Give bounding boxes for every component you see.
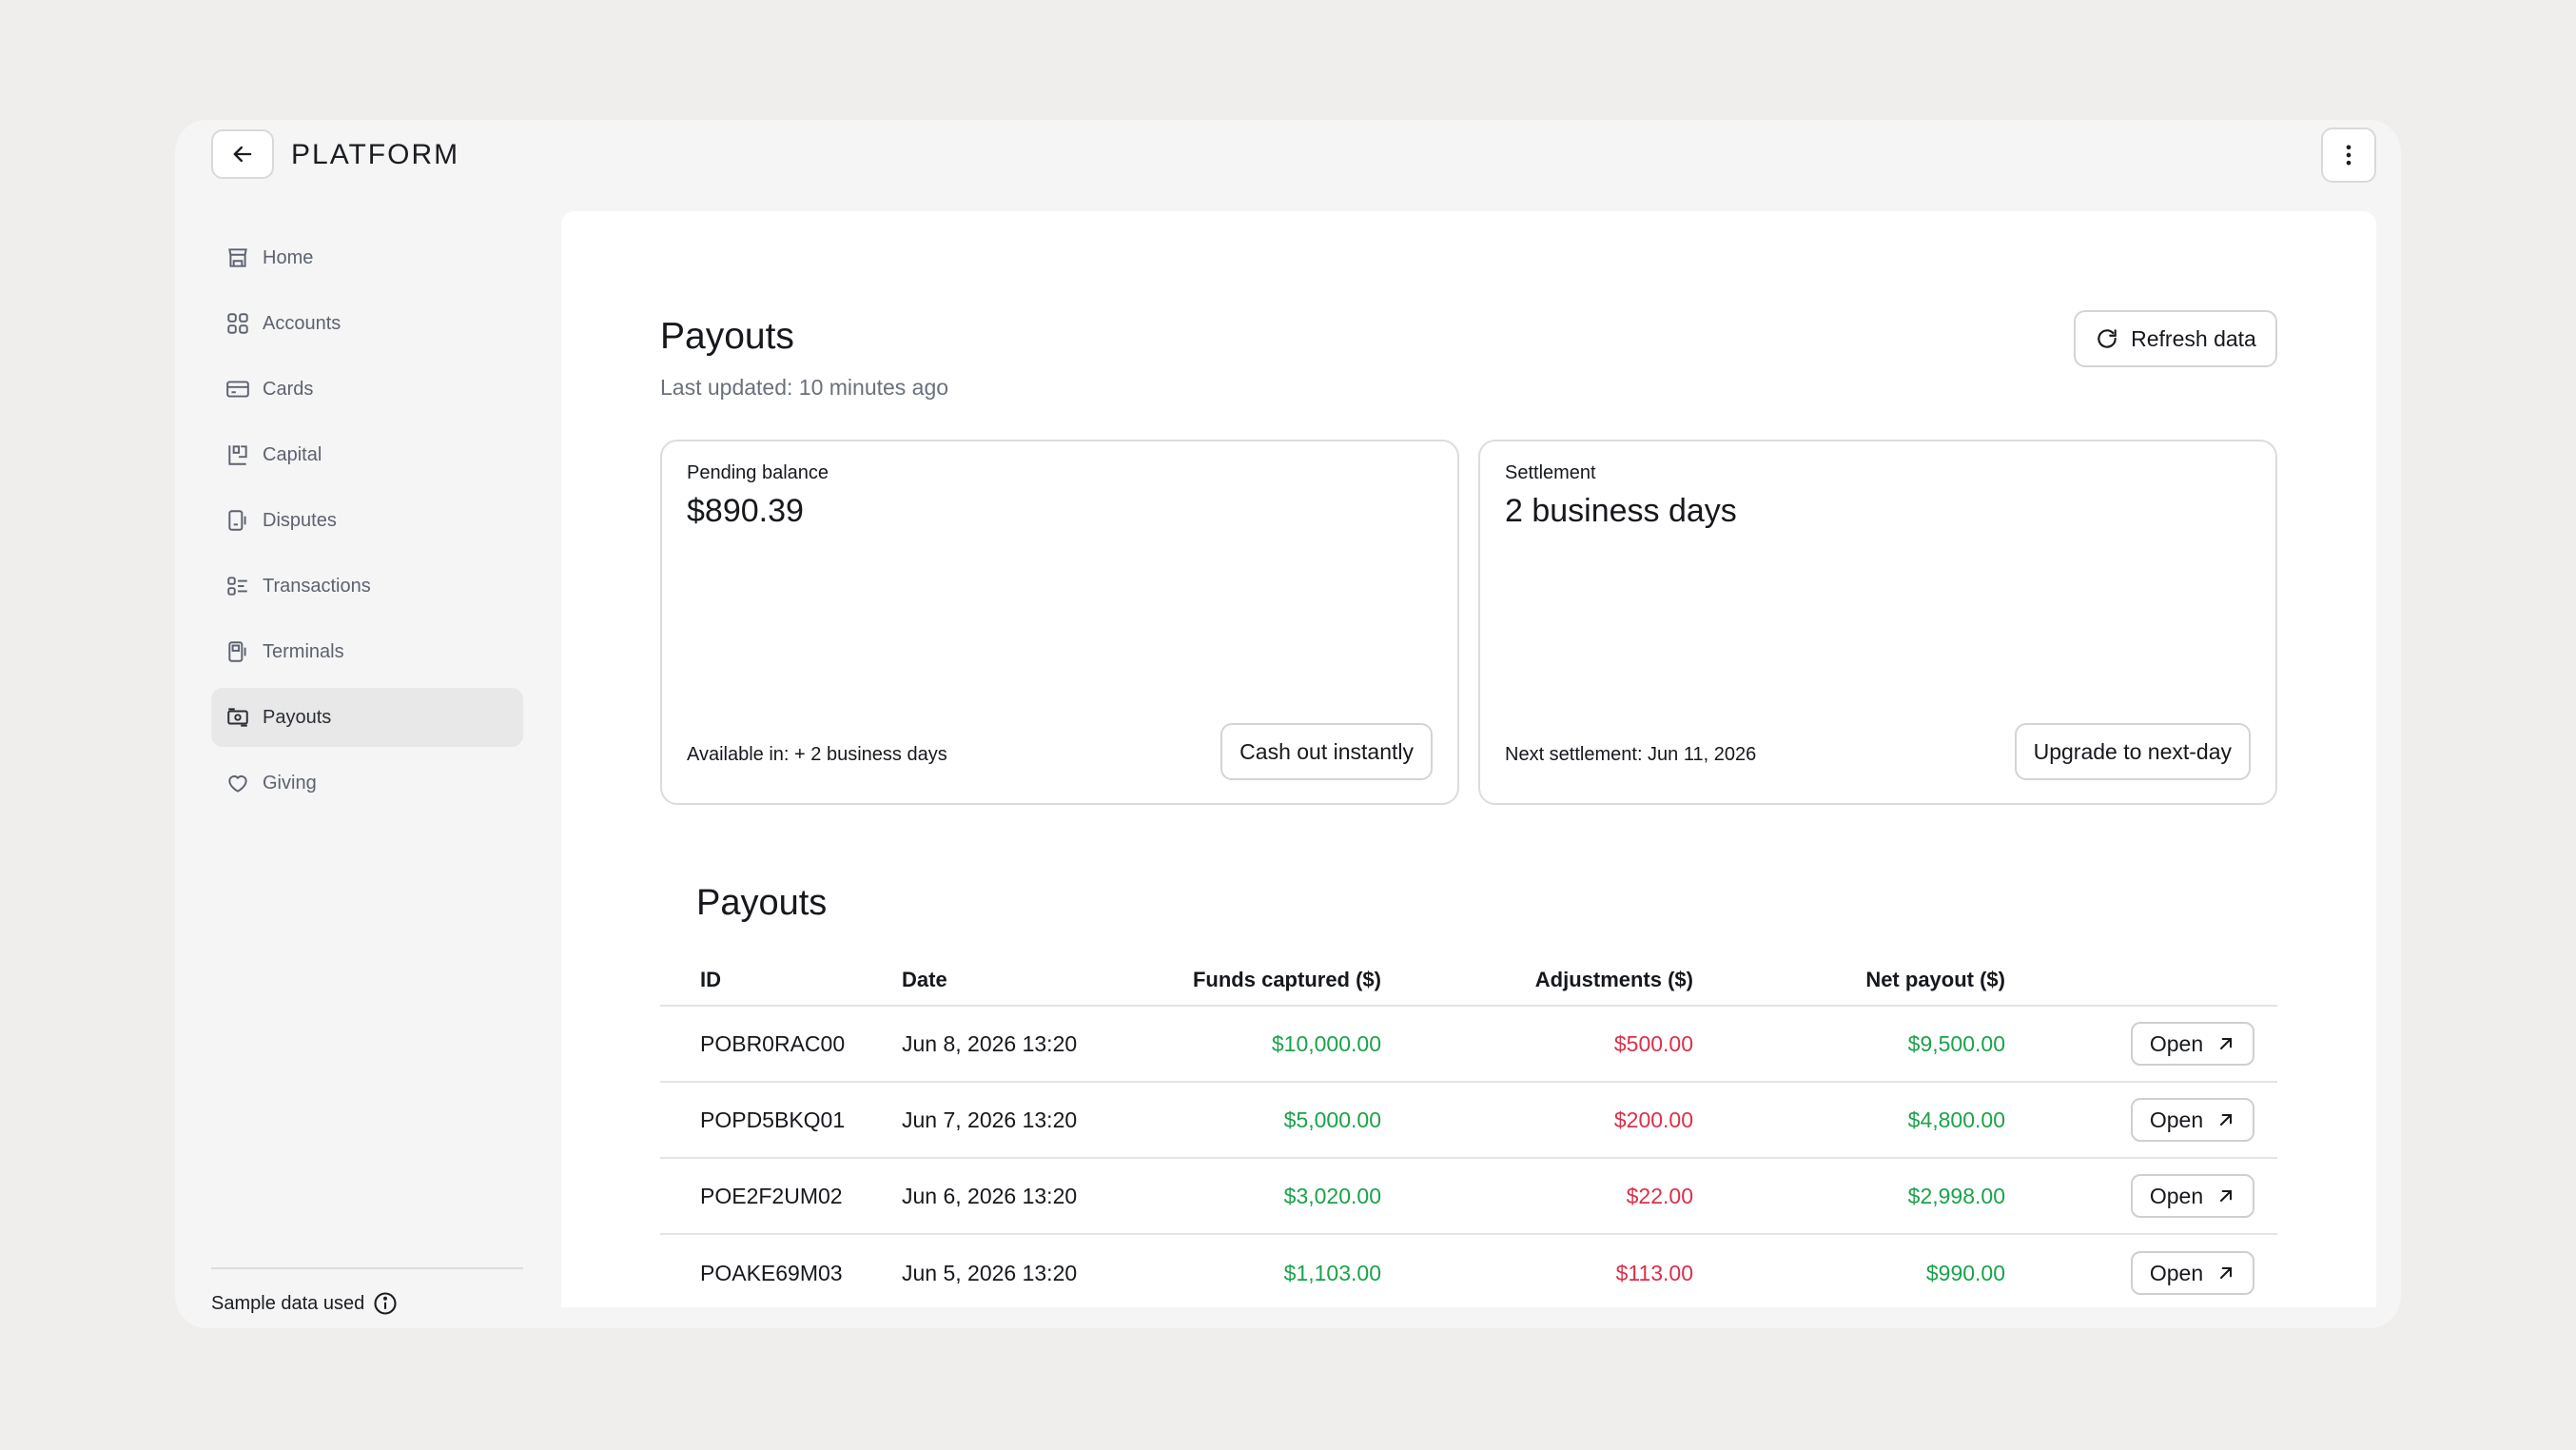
table-row: POPD5BKQ01 Jun 7, 2026 13:20 $5,000.00 $… — [660, 1083, 2277, 1159]
funds-captured: $5,000.00 — [1283, 1107, 1381, 1132]
sidebar-item-terminals[interactable]: Terminals — [211, 622, 523, 681]
heart-icon — [224, 770, 251, 796]
last-updated-text: Last updated: 10 minutes ago — [660, 375, 949, 400]
funds-captured: $10,000.00 — [1271, 1030, 1381, 1056]
sidebar-item-disputes[interactable]: Disputes — [211, 491, 523, 550]
pending-balance-value: $890.39 — [687, 493, 804, 529]
sidebar-item-label: Terminals — [263, 640, 344, 662]
open-button[interactable]: Open — [2131, 1022, 2254, 1066]
adjustments: $200.00 — [1613, 1107, 1693, 1132]
arrow-up-right-icon — [2220, 1038, 2233, 1049]
card-icon — [224, 376, 251, 402]
adjustments: $113.00 — [1615, 1260, 1693, 1285]
sidebar-item-home[interactable]: Home — [211, 228, 523, 287]
sidebar-item-label: Giving — [263, 772, 317, 794]
sidebar-footer: Sample data used — [211, 1267, 523, 1317]
arrow-left-icon — [233, 146, 252, 163]
payout-id: POE2F2UM02 — [700, 1183, 843, 1208]
capital-icon — [224, 441, 251, 468]
sample-data-label: Sample data used — [211, 1292, 365, 1314]
payout-date: Jun 6, 2026 13:20 — [902, 1183, 1078, 1208]
column-header-net: Net payout ($) — [1865, 968, 2005, 991]
sidebar-item-label: Accounts — [263, 312, 342, 334]
info-icon[interactable] — [372, 1290, 399, 1317]
settlement-label: Settlement — [1505, 462, 1596, 483]
net-payout: $9,500.00 — [1907, 1030, 2005, 1056]
open-button[interactable]: Open — [2131, 1251, 2254, 1295]
list-icon — [224, 573, 251, 599]
sidebar: Home Accounts Cards Capital Disputes Tra… — [211, 228, 523, 819]
net-payout: $4,800.00 — [1907, 1107, 2005, 1132]
arrow-up-right-icon — [2220, 1267, 2233, 1279]
open-button[interactable]: Open — [2131, 1174, 2254, 1218]
sidebar-item-capital[interactable]: Capital — [211, 425, 523, 484]
sidebar-item-label: Home — [263, 246, 314, 268]
open-label: Open — [2149, 1030, 2204, 1056]
open-label: Open — [2149, 1183, 2204, 1208]
net-payout: $2,998.00 — [1907, 1183, 2005, 1208]
more-vertical-icon — [2346, 145, 2352, 166]
table-header: ID Date Funds captured ($) Adjustments (… — [660, 955, 2277, 1007]
available-in-text: Available in: + 2 business days — [687, 744, 947, 765]
next-settlement-text: Next settlement: Jun 11, 2026 — [1505, 744, 1757, 765]
sidebar-item-accounts[interactable]: Accounts — [211, 294, 523, 353]
pending-balance-card: Pending balance $890.39 Available in: + … — [660, 440, 1459, 805]
pending-balance-label: Pending balance — [687, 462, 829, 483]
column-header-id: ID — [700, 968, 721, 991]
page-title: Payouts — [660, 316, 794, 357]
arrow-up-right-icon — [2220, 1114, 2233, 1126]
open-label: Open — [2149, 1107, 2204, 1132]
net-payout: $990.00 — [1925, 1260, 2005, 1285]
sidebar-item-transactions[interactable]: Transactions — [211, 557, 523, 616]
arrow-up-right-icon — [2220, 1190, 2233, 1202]
sidebar-item-label: Transactions — [263, 575, 371, 597]
sidebar-item-giving[interactable]: Giving — [211, 754, 523, 813]
payouts-table-title: Payouts — [696, 883, 828, 923]
main-content: Payouts Last updated: 10 minutes ago Ref… — [561, 211, 2376, 1307]
payout-id: POAKE69M03 — [700, 1260, 843, 1285]
refresh-data-button[interactable]: Refresh data — [2074, 310, 2277, 367]
settlement-card: Settlement 2 business days Next settleme… — [1478, 440, 2277, 805]
cash-out-instantly-button[interactable]: Cash out instantly — [1220, 723, 1433, 780]
settlement-value: 2 business days — [1505, 493, 1737, 529]
upgrade-next-day-button[interactable]: Upgrade to next-day — [2014, 723, 2251, 780]
refresh-data-label: Refresh data — [2131, 325, 2256, 351]
payout-date: Jun 7, 2026 13:20 — [902, 1107, 1078, 1132]
open-button[interactable]: Open — [2131, 1098, 2254, 1142]
payout-date: Jun 8, 2026 13:20 — [902, 1030, 1078, 1056]
table-row: POBR0RAC00 Jun 8, 2026 13:20 $10,000.00 … — [660, 1007, 2277, 1083]
app-window: PLATFORM Home Accounts Cards Capital Dis… — [175, 120, 2401, 1328]
payouts-table: ID Date Funds captured ($) Adjustments (… — [660, 955, 2277, 1307]
funds-captured: $1,103.00 — [1283, 1260, 1381, 1285]
store-icon — [224, 245, 251, 271]
payout-id: POBR0RAC00 — [700, 1030, 846, 1056]
funds-captured: $3,020.00 — [1283, 1183, 1381, 1208]
sidebar-item-cards[interactable]: Cards — [211, 360, 523, 419]
sidebar-item-label: Payouts — [263, 706, 332, 728]
payout-icon — [224, 704, 251, 731]
column-header-funds: Funds captured ($) — [1192, 968, 1381, 991]
column-header-adjustments: Adjustments ($) — [1534, 968, 1693, 991]
back-button[interactable] — [211, 129, 274, 179]
refresh-icon — [2098, 329, 2117, 348]
sidebar-item-label: Capital — [263, 443, 322, 465]
table-row: POE2F2UM02 Jun 6, 2026 13:20 $3,020.00 $… — [660, 1159, 2277, 1235]
table-row: POAKE69M03 Jun 5, 2026 13:20 $1,103.00 $… — [660, 1235, 2277, 1307]
top-bar: PLATFORM — [175, 120, 2401, 211]
open-label: Open — [2149, 1260, 2204, 1285]
adjustments: $22.00 — [1626, 1183, 1693, 1208]
sidebar-item-label: Cards — [263, 378, 314, 400]
sidebar-item-payouts[interactable]: Payouts — [211, 688, 523, 747]
terminal-icon — [224, 638, 251, 665]
payout-id: POPD5BKQ01 — [700, 1107, 846, 1132]
grid-icon — [224, 310, 251, 337]
column-header-date: Date — [902, 968, 947, 991]
sidebar-item-label: Disputes — [263, 509, 337, 531]
dispute-icon — [224, 507, 251, 534]
adjustments: $500.00 — [1613, 1030, 1693, 1056]
platform-logo: PLATFORM — [291, 139, 460, 170]
more-options-button[interactable] — [2321, 127, 2376, 183]
payout-date: Jun 5, 2026 13:20 — [902, 1260, 1078, 1285]
